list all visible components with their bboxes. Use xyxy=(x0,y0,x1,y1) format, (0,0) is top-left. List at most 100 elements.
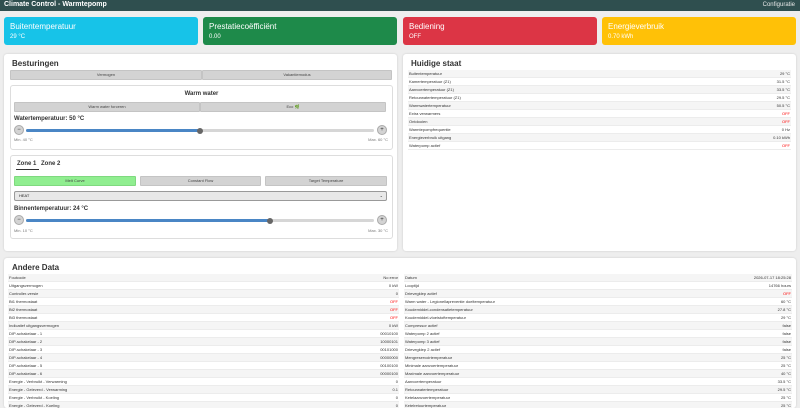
row-value: 29.5 °C xyxy=(777,387,791,392)
row-value: 00101000 xyxy=(380,347,398,352)
table-row: DIP-schakelaar - 5 00100100 xyxy=(8,362,399,370)
eco-button[interactable]: Eco 🌿 xyxy=(200,102,386,112)
water-temp-increase-button[interactable]: + xyxy=(377,125,387,135)
card-value: 0.00 xyxy=(209,34,221,40)
card-title: Bediening xyxy=(409,22,445,31)
row-value: false xyxy=(782,331,791,336)
table-row: Buitentemperatuur 29 °C xyxy=(408,70,791,78)
table-row: Retourwatertemperatuur (Z1) 29.5 °C xyxy=(408,94,791,102)
table-row: Compressor actief false xyxy=(404,322,792,330)
table-row: Aanvoertemperatuur (Z1) 33.5 °C xyxy=(408,86,791,94)
table-row: Waterpomp 2 actief false xyxy=(404,330,792,338)
card-title: Energieverbruik xyxy=(608,22,665,31)
table-row: Kamertemperatuur (Z1) 31.5 °C xyxy=(408,78,791,86)
warm-water-section: Warm water Warm water forceren Eco 🌿 Wat… xyxy=(10,85,393,150)
row-label: Bt1 thermostaat xyxy=(9,299,38,304)
row-label: Indicatief uitgangsvermogen xyxy=(9,323,60,328)
row-label: Ontdooien xyxy=(409,119,428,124)
row-label: Controller-versie xyxy=(9,291,39,296)
mode-melt-curve-button[interactable]: Melt Curve xyxy=(14,176,136,186)
row-value: 2026-07-17 18:25:28 xyxy=(753,275,791,280)
table-row: Warmtepompfrequentie 0 Hz xyxy=(408,126,791,134)
row-label: Compressor actief xyxy=(405,323,438,328)
row-label: Buitentemperatuur xyxy=(409,71,442,76)
row-value: 25 °C xyxy=(780,403,791,408)
row-label: Aanvoertemperatuur (Z1) xyxy=(409,87,454,92)
row-value: 0 Hz xyxy=(781,127,790,132)
row-value: false xyxy=(782,323,791,328)
power-button[interactable]: Vermogen xyxy=(10,70,202,80)
table-row: Ontdooien OFF xyxy=(408,118,791,126)
water-temp-slider-thumb[interactable] xyxy=(197,127,203,134)
mode-constant-flow-button[interactable]: Constant Flow xyxy=(140,176,261,186)
row-value: 00100100 xyxy=(380,363,398,368)
card-operation: Bediening OFF xyxy=(403,17,597,45)
water-temp-min-label: Min. 40 °C xyxy=(14,137,33,142)
table-row: Foutcode No error xyxy=(8,274,399,282)
row-label: Datum xyxy=(405,275,417,280)
table-row: Drievegklep 2 actief false xyxy=(404,346,792,354)
row-label: Looptijd xyxy=(405,283,420,288)
row-value: false xyxy=(782,347,791,352)
row-label: Bt3 thermostaat xyxy=(9,315,38,320)
warm-water-title: Warm water xyxy=(184,91,219,97)
row-label: Drievegklep actief xyxy=(405,291,437,296)
row-value: 25 °C xyxy=(780,363,791,368)
row-label: Bt2 thermostaat xyxy=(9,307,38,312)
force-warm-water-button[interactable]: Warm water forceren xyxy=(14,102,200,112)
row-value: 31.5 °C xyxy=(776,79,790,84)
room-temperature-label: Binnentemperatuur: 24 °C xyxy=(14,206,89,212)
row-value: 33.5 °C xyxy=(777,379,791,384)
row-label: Aanvoertemperatuur xyxy=(405,379,442,384)
table-row: Controller-versie 0 xyxy=(8,290,399,298)
room-temp-increase-button[interactable]: + xyxy=(377,215,387,225)
table-row: Energie - Geleverd - Verwarming 0.1 xyxy=(8,386,399,394)
table-row: Extra verwarmers OFF xyxy=(408,110,791,118)
row-label: Energie - Verbruikt - Verwarming xyxy=(9,379,67,384)
table-row: Energieverbruik uitgang 0.10 kWh xyxy=(408,134,791,142)
table-row: Bt1 thermostaat OFF xyxy=(8,298,399,306)
mode-select[interactable]: HEAT ⌄ xyxy=(14,191,387,201)
room-temp-slider-thumb[interactable] xyxy=(266,217,273,224)
row-value: OFF xyxy=(390,307,398,312)
water-temp-slider-fill xyxy=(26,129,200,132)
water-temp-decrease-button[interactable]: − xyxy=(14,125,24,135)
card-title: Prestatiecoëfficiënt xyxy=(209,22,277,31)
zones-section: Zone 1 Zone 2 Melt Curve Constant Flow T… xyxy=(10,155,393,239)
table-row: Retourwatertemperatuur 29.5 °C xyxy=(404,386,792,394)
table-row: Mengreservoirtemperatuur 25 °C xyxy=(404,354,792,362)
row-label: Ketelaanvoertemperatuur xyxy=(405,395,451,400)
row-label: Retourwatertemperatuur (Z1) xyxy=(409,95,461,100)
config-link[interactable]: Configuratie xyxy=(763,2,795,8)
room-temp-decrease-button[interactable]: − xyxy=(14,215,24,225)
table-row: Energie - Verbruikt - Koeling 0 xyxy=(8,394,399,402)
row-value: 00010100 xyxy=(380,331,398,336)
table-row: Waterpomp actief OFF xyxy=(408,142,791,150)
row-value: 33.5 °C xyxy=(776,87,790,92)
row-value: 40 °C xyxy=(780,371,791,376)
row-value: 0 xyxy=(395,403,398,408)
row-label: DIP-schakelaar - 3 xyxy=(9,347,43,352)
current-state-panel: Huidige staat Buitentemperatuur 29 °C Kame… xyxy=(403,54,796,251)
vacation-mode-button[interactable]: Vakantiemodus xyxy=(202,70,392,80)
row-label: Energie - Verbruikt - Koeling xyxy=(9,395,60,400)
current-state-title: Huidige staat xyxy=(411,59,462,68)
row-label: DIP-schakelaar - 4 xyxy=(9,355,43,360)
row-label: Waterpomp actief xyxy=(409,143,441,148)
card-cop: Prestatiecoëfficiënt 0.00 xyxy=(203,17,397,45)
card-outdoor-temperature: Buitentemperatuur 29 °C xyxy=(4,17,198,45)
row-label: Foutcode xyxy=(9,275,26,280)
tab-zone-1[interactable]: Zone 1 xyxy=(17,161,36,167)
row-label: DIP-schakelaar - 6 xyxy=(9,371,43,376)
row-value: 00000000 xyxy=(380,355,398,360)
table-row: Ketelretourtemperatuur 25 °C xyxy=(404,402,792,408)
row-value: 60 °C xyxy=(780,299,791,304)
row-label: Energie - Geleverd - Koeling xyxy=(9,403,60,408)
table-row: Ketelaanvoertemperatuur 25 °C xyxy=(404,394,792,402)
mode-target-temperature-button[interactable]: Target Temperature xyxy=(265,176,387,186)
row-value: 29 °C xyxy=(780,315,791,320)
row-value: 0.1 xyxy=(392,387,398,392)
top-bar: Climate Control - Warmtepomp Configurati… xyxy=(0,0,800,11)
row-label: Mengreservoirtemperatuur xyxy=(405,355,453,360)
tab-zone-2[interactable]: Zone 2 xyxy=(41,161,60,167)
